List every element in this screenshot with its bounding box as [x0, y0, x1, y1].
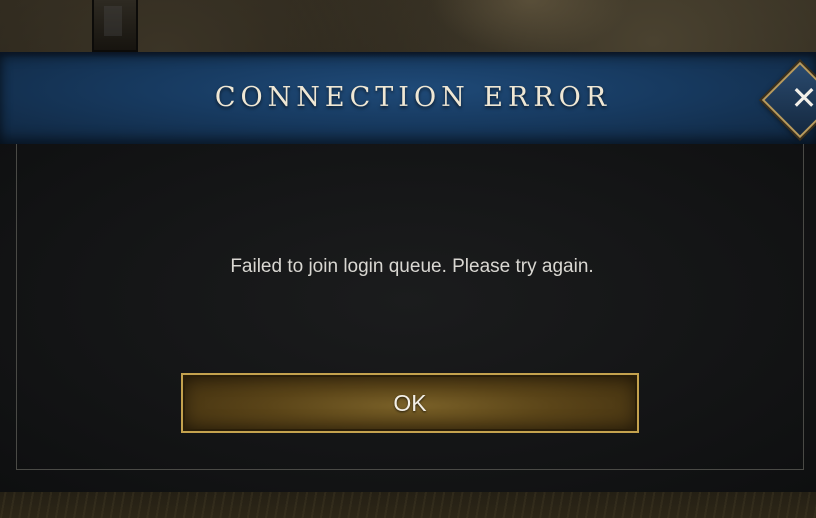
background-figure	[430, 0, 630, 55]
dialog-header: CONNECTION ERROR	[0, 52, 816, 144]
dialog-body: Failed to join login queue. Please try a…	[0, 144, 816, 492]
connection-error-dialog: CONNECTION ERROR Failed to join login qu…	[0, 52, 816, 492]
ok-button[interactable]: OK	[181, 373, 639, 433]
error-message: Failed to join login queue. Please try a…	[230, 256, 594, 277]
dialog-title: CONNECTION ERROR	[214, 82, 612, 113]
game-background: CONNECTION ERROR Failed to join login qu…	[0, 0, 816, 518]
ok-button-label: OK	[393, 390, 427, 416]
lantern-decoration	[92, 0, 138, 52]
